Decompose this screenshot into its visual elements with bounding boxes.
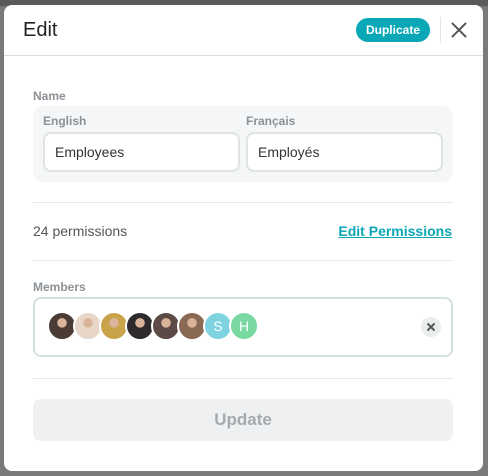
edit-dialog: Edit Duplicate Name English Employees Fr…	[4, 5, 483, 471]
english-name-value: Employees	[55, 144, 125, 160]
update-button[interactable]: Update	[33, 399, 453, 441]
members-section-label: Members	[33, 280, 86, 294]
french-name-input[interactable]: Employés	[246, 132, 443, 172]
clear-members-icon[interactable]	[421, 317, 441, 337]
dialog-header: Edit Duplicate	[4, 5, 483, 56]
english-column: English Employees	[43, 114, 240, 172]
header-divider	[440, 17, 441, 43]
name-translations-group: English Employees Français Employés	[33, 106, 453, 182]
member-initial-avatar[interactable]: H	[229, 311, 259, 341]
french-name-value: Employés	[258, 144, 320, 160]
member-avatars: SH	[47, 311, 259, 341]
french-label: Français	[246, 114, 296, 128]
name-section-label: Name	[33, 89, 66, 103]
permissions-count: 24 permissions	[33, 223, 128, 239]
english-name-input[interactable]: Employees	[43, 132, 240, 172]
section-divider	[33, 202, 453, 203]
close-icon[interactable]	[449, 20, 469, 40]
members-field[interactable]: SH	[33, 297, 453, 357]
section-divider	[33, 260, 453, 261]
edit-permissions-link[interactable]: Edit Permissions	[338, 223, 452, 239]
dialog-title: Edit	[23, 18, 58, 41]
english-label: English	[43, 114, 87, 128]
french-column: Français Employés	[246, 114, 443, 172]
section-divider	[33, 378, 453, 379]
duplicate-button[interactable]: Duplicate	[355, 18, 430, 42]
